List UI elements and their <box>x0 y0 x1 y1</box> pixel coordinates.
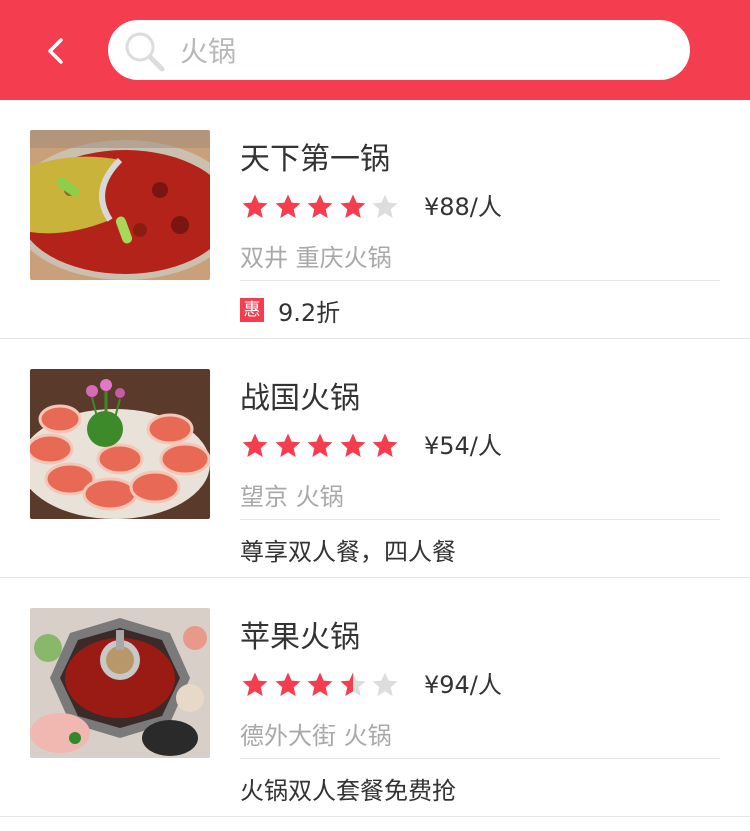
rating-stars <box>240 670 403 700</box>
restaurant-photo <box>30 369 210 519</box>
restaurant-list: 天下第一锅 ¥88/人 双井 重庆火锅 惠 9.2折 战国火锅 ¥54/人 望京… <box>0 100 750 817</box>
restaurant-photo <box>30 608 210 758</box>
restaurant-name: 战国火锅 <box>240 381 360 416</box>
star-icon <box>338 431 368 461</box>
restaurant-name: 天下第一锅 <box>240 142 390 177</box>
list-item[interactable]: 战国火锅 ¥54/人 望京 火锅 尊享双人餐，四人餐 <box>0 339 750 578</box>
price-per-person: ¥88/人 <box>424 193 502 221</box>
star-icon <box>338 670 368 700</box>
divider <box>240 758 720 759</box>
list-item[interactable]: 苹果火锅 ¥94/人 德外大街 火锅 火锅双人套餐免费抢 <box>0 578 750 817</box>
search-icon <box>125 32 165 72</box>
star-icon <box>240 431 270 461</box>
price-per-person: ¥94/人 <box>424 671 502 699</box>
discount-badge: 惠 <box>240 298 264 322</box>
back-button[interactable] <box>30 22 80 78</box>
star-icon <box>273 431 303 461</box>
star-icon <box>370 192 400 222</box>
location-category: 双井 重庆火锅 <box>240 244 392 272</box>
rating-stars <box>240 431 403 461</box>
promo-row: 尊享双人餐，四人餐 <box>240 534 456 566</box>
promo-row: 惠 9.2折 <box>240 295 341 327</box>
rating-stars <box>240 192 403 222</box>
divider <box>240 280 720 281</box>
top-bar <box>0 0 750 100</box>
star-icon <box>370 431 400 461</box>
star-icon <box>305 192 335 222</box>
chevron-left-icon <box>48 38 63 64</box>
price-per-person: ¥54/人 <box>424 432 502 460</box>
divider <box>240 519 720 520</box>
star-icon <box>305 431 335 461</box>
search-input[interactable] <box>180 20 660 80</box>
restaurant-photo <box>30 130 210 280</box>
promo-text: 尊享双人餐，四人餐 <box>240 537 456 566</box>
star-icon <box>370 670 400 700</box>
promo-text: 9.2折 <box>278 298 341 327</box>
star-icon <box>338 192 368 222</box>
list-item[interactable]: 天下第一锅 ¥88/人 双井 重庆火锅 惠 9.2折 <box>0 100 750 339</box>
search-bar[interactable] <box>108 20 690 80</box>
star-icon <box>305 670 335 700</box>
star-icon <box>273 670 303 700</box>
restaurant-name: 苹果火锅 <box>240 620 360 655</box>
star-icon <box>240 670 270 700</box>
location-category: 德外大街 火锅 <box>240 722 392 750</box>
promo-text: 火锅双人套餐免费抢 <box>240 776 456 805</box>
star-icon <box>273 192 303 222</box>
location-category: 望京 火锅 <box>240 483 344 511</box>
star-icon <box>240 192 270 222</box>
promo-row: 火锅双人套餐免费抢 <box>240 773 456 805</box>
